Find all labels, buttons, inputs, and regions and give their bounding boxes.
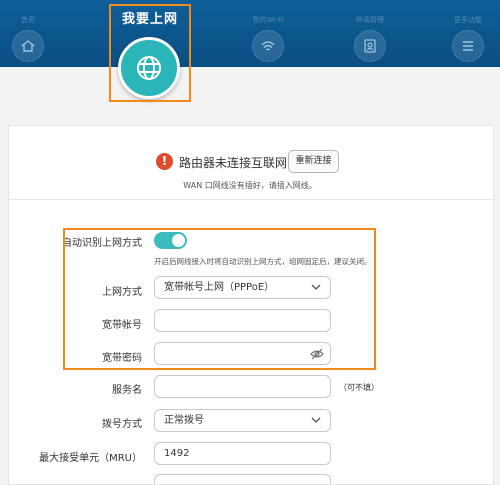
service-note: （可不填） — [339, 383, 379, 392]
device-icon — [354, 30, 386, 62]
nav-item-label: 我的Wi-Fi — [252, 16, 284, 24]
chevron-down-icon — [311, 417, 321, 423]
status-hint: WAN 口网线没有插好，请插入网线。 — [183, 181, 317, 190]
dial-label: 拨号方式 — [102, 419, 142, 430]
nav-item-more[interactable]: 更多功能 — [440, 0, 496, 67]
highlight-box-form — [63, 228, 376, 370]
nav-item-label: 终端管理 — [356, 16, 384, 24]
mru-input[interactable]: 1492 — [154, 442, 331, 465]
mru-value: 1492 — [164, 448, 190, 459]
mru-label: 最大接受单元（MRU） — [39, 453, 142, 464]
wifi-icon — [252, 30, 284, 62]
warning-icon: ! — [156, 153, 173, 170]
menu-icon — [452, 30, 484, 62]
next-input-partial[interactable] — [154, 474, 331, 484]
service-label: 服务名 — [112, 385, 142, 396]
service-input[interactable] — [154, 375, 331, 398]
nav-item-label: 更多功能 — [454, 16, 482, 24]
top-nav-bar: 首页 我的Wi-Fi 终端管理 更多功能 — [0, 0, 500, 67]
dial-value: 正常拨号 — [164, 415, 204, 426]
nav-item-devices[interactable]: 终端管理 — [342, 0, 398, 67]
nav-item-home[interactable]: 首页 — [0, 0, 56, 67]
connection-status: 路由器未连接互联网 — [179, 156, 288, 170]
nav-item-wifi[interactable]: 我的Wi-Fi — [240, 0, 296, 67]
home-icon — [12, 30, 44, 62]
reconnect-button[interactable]: 重新连接 — [288, 150, 339, 173]
highlight-box-nav — [109, 4, 191, 102]
dial-select[interactable]: 正常拨号 — [154, 409, 331, 432]
nav-item-label: 首页 — [21, 16, 35, 24]
divider — [8, 199, 494, 200]
